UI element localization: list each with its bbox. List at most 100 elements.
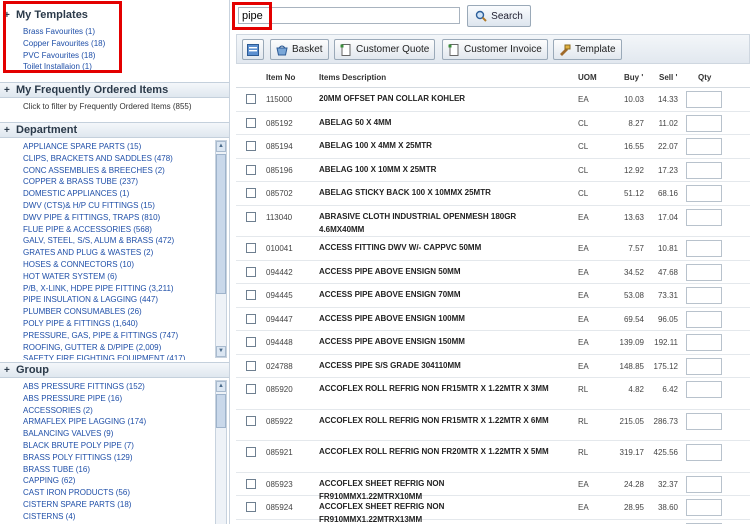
header-uom[interactable]: UOM (578, 73, 597, 82)
row-checkbox[interactable] (246, 415, 256, 426)
department-link[interactable]: APPLIANCE SPARE PARTS (15) (23, 141, 229, 153)
frequent-header[interactable]: + My Frequently Ordered Items (0, 82, 229, 98)
row-checkbox[interactable] (246, 266, 256, 277)
department-link[interactable]: CONC ASSEMBLIES & BREECHES (2) (23, 165, 229, 177)
row-checkbox[interactable] (246, 141, 256, 151)
department-link[interactable]: P/B, X-LINK, HDPE PIPE FITTING (3,211) (23, 283, 229, 295)
group-link[interactable]: CAPPING (62) (23, 475, 229, 487)
scroll-thumb[interactable] (216, 394, 226, 428)
quantity-input[interactable] (686, 138, 722, 155)
template-button[interactable]: Template (553, 39, 622, 60)
row-checkbox[interactable] (246, 164, 256, 175)
header-description[interactable]: Items Description (319, 73, 386, 82)
department-link[interactable]: POLY PIPE & FITTINGS (1,640) (23, 318, 229, 330)
group-link[interactable]: BRASS TUBE (16) (23, 464, 229, 476)
group-link[interactable]: CISTERN SPARE PARTS (18) (23, 499, 229, 511)
group-header[interactable]: + Group (0, 362, 229, 378)
group-link[interactable]: BRASS POLY FITTINGS (129) (23, 452, 229, 464)
row-checkbox[interactable] (246, 243, 256, 253)
quantity-input[interactable] (686, 310, 722, 328)
row-checkbox[interactable] (246, 337, 256, 347)
row-checkbox[interactable] (246, 313, 256, 324)
header-buy[interactable]: Buy ' (624, 73, 643, 82)
select-all-button[interactable] (242, 39, 264, 60)
group-link[interactable]: ACCESSORIES (2) (23, 405, 229, 417)
item-description: ABRASIVE CLOTH INDUSTRIAL OPENMESH 180GR… (319, 211, 517, 234)
search-button-label: Search (491, 10, 523, 22)
quantity-input[interactable] (686, 381, 722, 398)
scroll-down-icon[interactable]: ▼ (216, 346, 226, 357)
department-link[interactable]: PIPE INSULATION & LAGGING (447) (23, 294, 229, 306)
department-link[interactable]: CLIPS, BRACKETS AND SADDLES (478) (23, 153, 229, 165)
plus-icon: + (4, 125, 10, 136)
quantity-input[interactable] (686, 357, 722, 375)
group-link[interactable]: CISTERNS (4) (23, 511, 229, 523)
group-link[interactable]: BALANCING VALVES (9) (23, 428, 229, 440)
search-icon (475, 10, 487, 22)
department-link[interactable]: DWV (CTS)& H/P CU FITTINGS (15) (23, 200, 229, 212)
item-buy-price: 215.05 (619, 416, 644, 426)
quantity-input[interactable] (686, 444, 722, 461)
item-number: 085923 (266, 479, 293, 489)
group-link[interactable]: ABS PRESSURE PIPE (16) (23, 393, 229, 405)
row-checkbox[interactable] (246, 360, 256, 371)
group-link[interactable]: ARMAFLEX PIPE LAGGING (174) (23, 416, 229, 428)
quantity-input[interactable] (686, 161, 722, 179)
row-checkbox[interactable] (246, 502, 256, 512)
quantity-input[interactable] (686, 263, 722, 281)
customer-invoice-button[interactable]: Customer Invoice (442, 39, 548, 60)
department-link[interactable]: HOT WATER SYSTEM (6) (23, 271, 229, 283)
item-number: 113040 (266, 212, 293, 222)
quantity-input[interactable] (686, 334, 722, 351)
item-description: ABELAG 100 X 10MM X 25MTR (319, 164, 437, 174)
quantity-input[interactable] (686, 412, 722, 430)
group-link[interactable]: BLACK BRUTE POLY PIPE (7) (23, 440, 229, 452)
row-checkbox[interactable] (246, 478, 256, 489)
table-header: Item No Items Description UOM Buy ' Sell… (236, 66, 750, 88)
department-link[interactable]: ROOFING, GUTTER & D/PIPE (2,009) (23, 342, 229, 354)
header-item-no[interactable]: Item No (266, 73, 295, 82)
department-header[interactable]: + Department (0, 122, 229, 138)
department-link[interactable]: COPPER & BRASS TUBE (237) (23, 176, 229, 188)
header-qty[interactable]: Qty (698, 73, 711, 82)
scroll-thumb[interactable] (216, 154, 226, 294)
group-link[interactable]: CAST IRON PRODUCTS (56) (23, 487, 229, 499)
quantity-input[interactable] (686, 208, 722, 226)
department-link[interactable]: PRESSURE, GAS, PIPE & FITTINGS (747) (23, 330, 229, 342)
department-link[interactable]: PLUMBER CONSUMABLES (26) (23, 306, 229, 318)
quantity-input[interactable] (686, 287, 722, 304)
row-checkbox[interactable] (246, 290, 256, 300)
customer-quote-button[interactable]: Customer Quote (334, 39, 436, 60)
group-scrollbar[interactable]: ▲ (215, 380, 227, 524)
row-checkbox[interactable] (246, 117, 256, 128)
row-checkbox[interactable] (246, 447, 256, 457)
department-link[interactable]: GALV, STEEL, S/S, ALUM & BRASS (472) (23, 235, 229, 247)
search-button[interactable]: Search (467, 5, 531, 27)
group-link[interactable]: ABS PRESSURE FITTINGS (152) (23, 381, 229, 393)
row-checkbox[interactable] (246, 211, 256, 222)
quantity-input[interactable] (686, 185, 722, 202)
scroll-up-icon[interactable]: ▲ (216, 141, 226, 152)
department-link[interactable]: SAFETY FIRE FIGHTING EQUIPMENT (417) (23, 353, 229, 360)
quantity-input[interactable] (686, 91, 722, 108)
header-sell[interactable]: Sell ' (659, 73, 677, 82)
basket-button[interactable]: Basket (270, 39, 329, 60)
item-uom: EA (578, 95, 589, 104)
row-checkbox[interactable] (246, 384, 256, 394)
department-link[interactable]: DWV PIPE & FITTINGS, TRAPS (810) (23, 212, 229, 224)
frequent-filter-link[interactable]: Click to filter by Frequently Ordered It… (23, 101, 229, 113)
quantity-input[interactable] (686, 475, 722, 493)
department-link[interactable]: GRATES AND PLUG & WASTES (2) (23, 247, 229, 259)
quantity-input[interactable] (686, 240, 722, 257)
template-label: Template (575, 44, 616, 55)
row-checkbox[interactable] (246, 94, 256, 104)
department-link[interactable]: HOSES & CONNECTORS (10) (23, 259, 229, 271)
department-link[interactable]: DOMESTIC APPLIANCES (1) (23, 188, 229, 200)
row-checkbox[interactable] (246, 188, 256, 198)
quantity-input[interactable] (686, 114, 722, 132)
quantity-input[interactable] (686, 499, 722, 516)
department-scrollbar[interactable]: ▲ ▼ (215, 140, 227, 358)
scroll-up-icon[interactable]: ▲ (216, 381, 226, 392)
item-sell-price: 17.23 (657, 165, 678, 175)
department-link[interactable]: FLUE PIPE & ACCESSORIES (568) (23, 224, 229, 236)
